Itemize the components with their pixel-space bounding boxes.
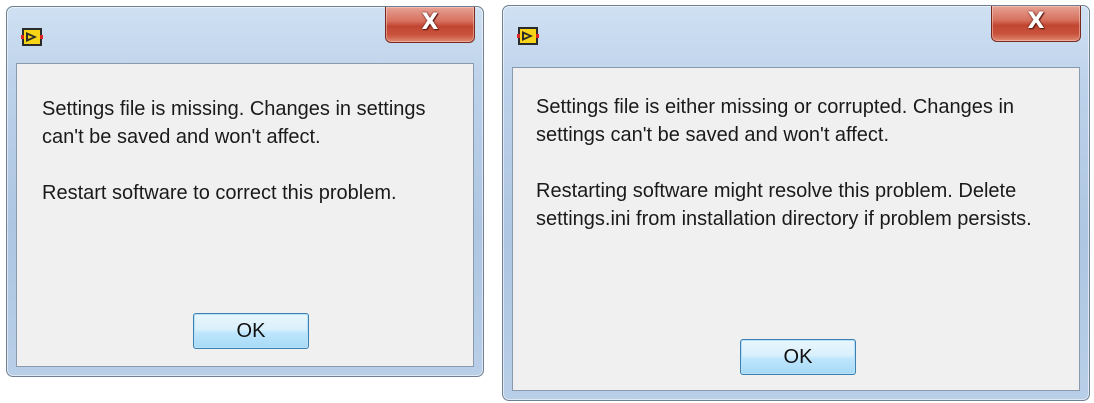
dialog-content: Settings file is missing. Changes in set… [16, 63, 474, 367]
dialog-settings-missing-or-corrupted: X Settings file is either missing or cor… [502, 5, 1090, 401]
labview-vi-icon [517, 26, 539, 46]
ok-button[interactable]: OK [740, 339, 856, 375]
labview-vi-icon [21, 27, 43, 47]
title-bar[interactable]: X [7, 7, 483, 65]
close-button[interactable]: X [991, 6, 1081, 42]
message-text: Settings file is missing. Changes in set… [42, 95, 452, 207]
message-paragraph: Settings file is missing. Changes in set… [42, 98, 426, 148]
close-icon: X [421, 10, 439, 35]
ok-button[interactable]: OK [193, 313, 309, 349]
close-icon: X [1027, 9, 1045, 34]
close-button[interactable]: X [385, 7, 475, 43]
message-text: Settings file is either missing or corru… [536, 93, 1066, 233]
message-paragraph: Restarting software might resolve this p… [536, 180, 1032, 230]
dialog-content: Settings file is either missing or corru… [512, 67, 1080, 391]
title-bar[interactable]: X [503, 6, 1089, 64]
dialog-settings-missing: X Settings file is missing. Changes in s… [6, 6, 484, 377]
message-paragraph: Settings file is either missing or corru… [536, 96, 1015, 146]
message-paragraph: Restart software to correct this problem… [42, 182, 397, 204]
